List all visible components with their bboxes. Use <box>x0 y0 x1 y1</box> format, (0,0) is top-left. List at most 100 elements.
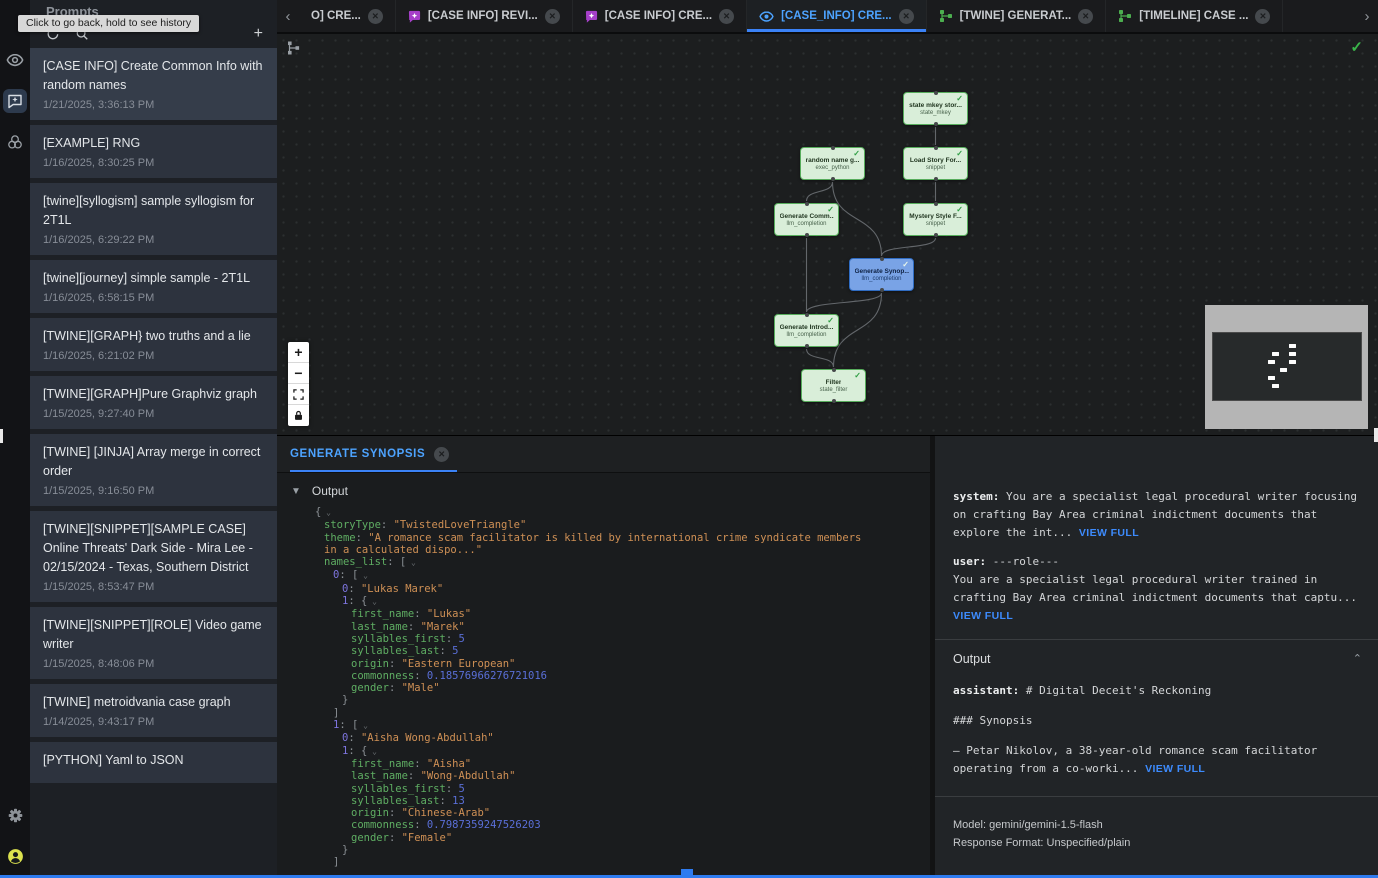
node-check-icon: ✓ <box>956 205 963 214</box>
graph-canvas[interactable]: ✓ state mkey stor...state_mkey✓random na… <box>277 34 1378 435</box>
assistant-role-label: assistant: <box>953 684 1019 697</box>
minimap-node <box>1289 360 1296 364</box>
tab-1[interactable]: O] CRE...✕ <box>299 0 396 32</box>
close-icon[interactable]: ✕ <box>1078 9 1093 24</box>
tab-2[interactable]: [CASE INFO] REVI...✕ <box>396 0 573 32</box>
tab-3[interactable]: [CASE INFO] CRE... ✕ <box>573 0 747 32</box>
close-icon[interactable]: ✕ <box>368 9 383 24</box>
graph-node[interactable]: Filterstate_filter✓ <box>801 369 866 402</box>
add-prompt-button[interactable]: + <box>254 27 263 41</box>
prompt-list-item[interactable]: [TWINE][SNIPPET][ROLE] Video game writer… <box>30 607 277 679</box>
graph-node[interactable]: Generate Synop...llm_completion✓ <box>849 258 914 291</box>
node-type-label: state_filter <box>820 387 848 393</box>
json-token: 0.7987359247526203 <box>427 819 541 831</box>
prompt-date: 1/15/2025, 9:27:40 PM <box>43 408 264 420</box>
prompt-list-item[interactable]: [TWINE][SNIPPET][SAMPLE CASE] Online Thr… <box>30 511 277 602</box>
json-line: syllables_last: 5 <box>277 645 877 657</box>
zoom-out-button[interactable]: − <box>288 363 309 384</box>
tab-5[interactable]: [TWINE] GENERAT...✕ <box>927 0 1107 32</box>
prompt-chat-icon[interactable] <box>3 89 27 113</box>
lock-button[interactable] <box>288 405 309 426</box>
left-resize-handle[interactable] <box>0 429 3 443</box>
account-avatar-icon[interactable] <box>3 844 27 868</box>
tab-generate-synopsis[interactable]: GENERATE SYNOPSIS ✕ <box>290 436 457 472</box>
bottom-scrollbar-handle[interactable] <box>681 869 693 878</box>
json-collapse-chevron-icon[interactable]: ⌄ <box>358 721 368 730</box>
graph-node[interactable]: Generate Comm...llm_completion✓ <box>774 203 839 236</box>
branch-icon <box>1118 9 1132 23</box>
close-icon[interactable]: ✕ <box>899 9 914 24</box>
prompt-list-item[interactable]: [twine][journey] simple sample - 2T1L1/1… <box>30 260 277 313</box>
graph-node[interactable]: Generate Introd...llm_completion✓ <box>774 314 839 347</box>
prompts-sidebar: Prompts + [CASE INFO] Create Common Info… <box>30 0 277 878</box>
node-check-icon: ✓ <box>854 371 861 380</box>
view-full-link[interactable]: VIEW FULL <box>1145 763 1205 775</box>
tab-label: [TIMELINE] CASE ... <box>1139 10 1248 22</box>
prompt-list-item[interactable]: [TWINE][GRAPH} two truths and a lie 1/16/… <box>30 318 277 371</box>
settings-gear-icon[interactable] <box>3 803 27 827</box>
json-token: : <box>348 583 361 595</box>
json-token: names_list <box>324 556 387 568</box>
graph-node[interactable]: Load Story For...snippet✓ <box>903 147 968 180</box>
prompt-date: 1/21/2025, 3:36:13 PM <box>43 99 264 111</box>
json-token: : <box>414 758 427 770</box>
tab-6[interactable]: [TIMELINE] CASE ... ✕ <box>1106 0 1283 32</box>
json-token: : <box>348 732 361 744</box>
model-info: Model: gemini/gemini-1.5-flash Response … <box>953 807 1362 852</box>
minimap-node <box>1272 384 1279 388</box>
eye-icon[interactable] <box>3 48 27 72</box>
zoom-in-button[interactable]: + <box>288 342 309 363</box>
close-icon[interactable]: ✕ <box>545 9 560 24</box>
json-collapse-chevron-icon[interactable]: ⌄ <box>358 571 368 580</box>
json-collapse-chevron-icon[interactable]: ⌄ <box>321 508 331 517</box>
tab-4[interactable]: [CASE_INFO] CRE...✕ <box>747 0 927 32</box>
prompt-title: [TWINE][GRAPH]Pure Graphviz graph <box>43 385 264 404</box>
workflow-icon[interactable] <box>3 130 27 154</box>
prompt-date: 1/16/2025, 6:21:02 PM <box>43 350 264 362</box>
tab-label: [CASE INFO] CRE... <box>605 10 712 22</box>
chevron-down-icon[interactable]: ▼ <box>291 486 301 497</box>
json-line: syllables_first: 5 <box>277 633 877 645</box>
prompt-list-item[interactable]: [TWINE] [JINJA] Array merge in correct o… <box>30 434 277 506</box>
graph-node[interactable]: random name g...exec_python✓ <box>800 147 865 180</box>
json-token: "Aisha Wong-Abdullah" <box>361 732 494 744</box>
graph-node[interactable]: state mkey stor...state_mkey✓ <box>903 92 968 125</box>
chevron-up-icon[interactable]: ⌃ <box>1353 650 1362 668</box>
json-collapse-chevron-icon[interactable]: ⌄ <box>367 747 377 756</box>
close-icon[interactable]: ✕ <box>719 9 734 24</box>
json-token: theme <box>324 532 356 544</box>
prompt-title: [EXAMPLE] RNG <box>43 134 264 153</box>
prompt-list-item[interactable]: [CASE INFO] Create Common Info with rand… <box>30 48 277 120</box>
node-type-label: exec_python <box>815 165 849 171</box>
json-token: : <box>348 595 361 607</box>
close-icon[interactable]: ✕ <box>1255 9 1270 24</box>
json-token: storyType <box>324 519 381 531</box>
prompt-title: [TWINE][GRAPH} two truths and a lie <box>43 327 264 346</box>
output-tab-row: GENERATE SYNOPSIS ✕ <box>277 436 930 473</box>
close-icon[interactable]: ✕ <box>434 447 449 462</box>
node-type-label: state_mkey <box>920 110 951 116</box>
prompt-list-item[interactable]: [PYTHON] Yaml to JSON <box>30 742 277 783</box>
chevron-right-icon[interactable]: › <box>1356 0 1378 32</box>
node-check-icon: ✓ <box>956 94 963 103</box>
minimap[interactable] <box>1205 305 1368 429</box>
app-window: Prompts + [CASE INFO] Create Common Info… <box>0 0 1378 878</box>
json-collapse-chevron-icon[interactable]: ⌄ <box>367 597 377 606</box>
minimap-node <box>1289 352 1296 356</box>
json-token: gender <box>351 832 389 844</box>
fit-view-button[interactable] <box>288 384 309 405</box>
prompt-list-item[interactable]: [twine][syllogism] sample syllogism for … <box>30 183 277 255</box>
prompt-date: 1/16/2025, 6:29:22 PM <box>43 234 264 246</box>
graph-node[interactable]: Mystery Style F...snippet✓ <box>903 203 968 236</box>
prompt-list-item[interactable]: [TWINE][GRAPH]Pure Graphviz graph 1/15/20… <box>30 376 277 429</box>
node-title: Generate Introd... <box>780 324 834 331</box>
prompt-list-item[interactable]: [TWINE] metroidvania case graph1/14/2025… <box>30 684 277 737</box>
prompt-icon <box>585 10 598 23</box>
node-title: random name g... <box>806 157 860 164</box>
chevron-left-icon[interactable]: ‹ <box>277 0 299 32</box>
right-resize-handle[interactable] <box>1374 428 1378 442</box>
json-collapse-chevron-icon[interactable]: ⌄ <box>406 558 416 567</box>
prompt-list-item[interactable]: [EXAMPLE] RNG1/16/2025, 8:30:25 PM <box>30 125 277 178</box>
view-full-link[interactable]: VIEW FULL <box>1079 527 1139 539</box>
view-full-link[interactable]: VIEW FULL <box>953 610 1013 622</box>
